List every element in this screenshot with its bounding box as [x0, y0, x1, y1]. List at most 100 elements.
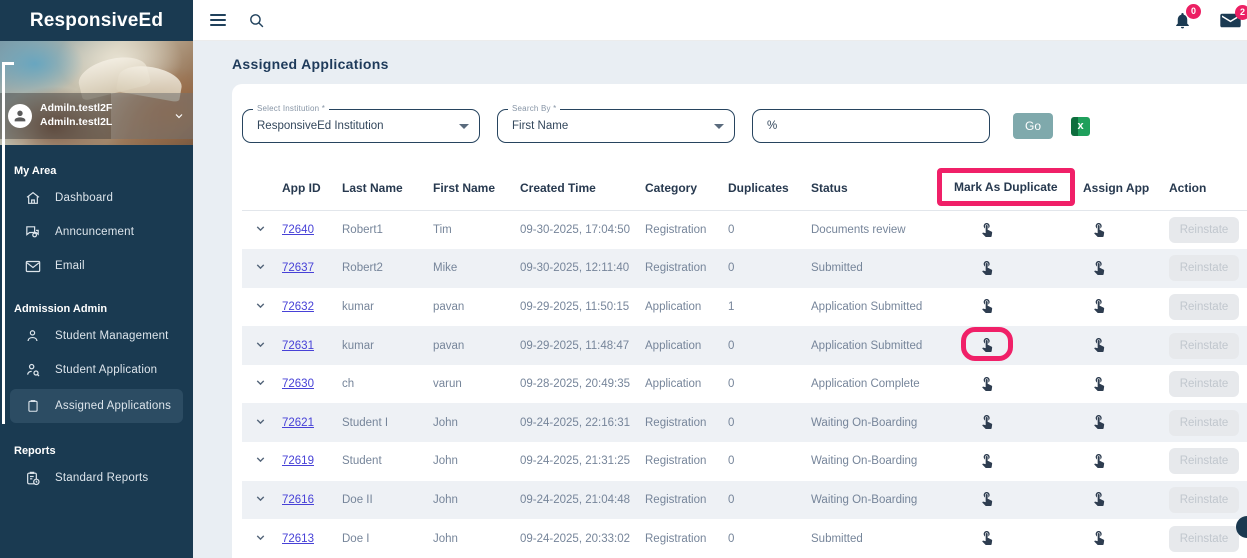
- sidebar-item-student-management[interactable]: Student Management: [0, 319, 193, 353]
- first-name-cell: varun: [433, 378, 462, 391]
- reinstate-button[interactable]: Reinstate: [1169, 255, 1239, 282]
- mark-as-duplicate-button[interactable]: [979, 452, 995, 468]
- last-name-cell: Doe II: [342, 493, 373, 506]
- search-value-text: %: [767, 120, 778, 132]
- app-id-link[interactable]: 72632: [282, 301, 314, 313]
- first-name-cell: John: [433, 416, 458, 429]
- sidebar-item-label: Standard Reports: [55, 472, 149, 484]
- created-time-cell: 09-24-2025, 21:04:48: [520, 493, 630, 506]
- sidebar-item-student-application[interactable]: Student Application: [0, 353, 193, 387]
- mail-button[interactable]: 2: [1220, 4, 1247, 29]
- main-content: Assigned Applications Select Institution…: [193, 41, 1247, 558]
- annotation-highlight-ring: [961, 326, 1013, 361]
- reinstate-button[interactable]: Reinstate: [1169, 448, 1239, 475]
- mark-as-duplicate-button[interactable]: [979, 297, 995, 314]
- expand-row-button[interactable]: [254, 376, 267, 389]
- assign-app-button[interactable]: [1091, 452, 1107, 468]
- sidebar-item-assigned-applications[interactable]: Assigned Applications: [10, 389, 183, 423]
- institution-select[interactable]: Select Institution * ResponsiveEd Instit…: [242, 104, 480, 143]
- mark-as-duplicate-button[interactable]: [979, 529, 995, 546]
- logo-bar: ResponsiveEd: [0, 0, 193, 41]
- reinstate-button[interactable]: Reinstate: [1169, 525, 1239, 552]
- column-header-status: Status: [811, 174, 937, 211]
- sidebar-item-anncuncement[interactable]: Anncuncement: [0, 215, 193, 249]
- chevron-down-icon[interactable]: [173, 110, 185, 122]
- column-header-mark-as-duplicate: Mark As Duplicate: [937, 168, 1083, 211]
- window-edge-artifact: [2, 62, 14, 65]
- sidebar-item-standard-reports[interactable]: Standard Reports: [0, 461, 193, 495]
- reinstate-button[interactable]: Reinstate: [1169, 409, 1239, 436]
- user-first-name: Admiln.testl2F: [40, 102, 113, 115]
- table-row: 72613 Doe I John 09-24-2025, 20:33:02 Regist…: [242, 519, 1247, 558]
- search-by-select[interactable]: Search By * First Name: [497, 104, 735, 143]
- assign-app-button[interactable]: [1091, 221, 1107, 237]
- reinstate-button[interactable]: Reinstate: [1169, 217, 1239, 244]
- duplicates-cell: 0: [728, 455, 735, 468]
- reinstate-button[interactable]: Reinstate: [1169, 332, 1239, 359]
- menu-icon[interactable]: [210, 14, 226, 26]
- assign-app-button[interactable]: [1091, 375, 1107, 391]
- app-id-link[interactable]: 72616: [282, 494, 314, 506]
- app-id-link[interactable]: 72613: [282, 533, 314, 545]
- expand-row-button[interactable]: [254, 222, 267, 235]
- assign-app-button[interactable]: [1091, 413, 1107, 430]
- expand-row-button[interactable]: [254, 531, 267, 544]
- app-id-link[interactable]: 72631: [282, 340, 314, 352]
- app-id-link[interactable]: 72637: [282, 262, 314, 274]
- sidebar: ResponsiveEd Admiln.testl2F Admiln.testl…: [0, 0, 193, 558]
- reinstate-button[interactable]: Reinstate: [1169, 371, 1239, 398]
- assign-app-button[interactable]: [1091, 529, 1107, 546]
- first-name-cell: John: [433, 455, 458, 468]
- duplicates-cell: 1: [728, 300, 735, 313]
- assign-app-button[interactable]: [1091, 297, 1107, 314]
- sidebar-item-email[interactable]: Email: [0, 249, 193, 283]
- expand-row-button[interactable]: [254, 492, 267, 505]
- app-logo: ResponsiveEd: [29, 9, 164, 31]
- assign-app-button[interactable]: [1091, 336, 1107, 353]
- created-time-cell: 09-24-2025, 20:33:02: [520, 532, 630, 545]
- status-cell: Waiting On-Boarding: [811, 493, 918, 506]
- reinstate-button[interactable]: Reinstate: [1169, 293, 1239, 320]
- created-time-cell: 09-29-2025, 11:48:47: [520, 339, 630, 352]
- expand-row-button[interactable]: [254, 453, 267, 466]
- mark-as-duplicate-button[interactable]: [979, 259, 995, 275]
- mark-as-duplicate-button[interactable]: [979, 375, 995, 391]
- go-button[interactable]: Go: [1013, 113, 1053, 139]
- mark-as-duplicate-button[interactable]: [979, 413, 995, 430]
- last-name-cell: Robert1: [342, 224, 383, 237]
- expand-row-button[interactable]: [254, 299, 267, 312]
- app-id-link[interactable]: 72630: [282, 378, 314, 390]
- app-id-link[interactable]: 72619: [282, 455, 314, 467]
- person-search-icon: [24, 362, 41, 379]
- excel-export-icon[interactable]: x: [1071, 116, 1090, 136]
- created-time-cell: 09-29-2025, 11:50:15: [520, 300, 630, 313]
- assign-app-button[interactable]: [1091, 259, 1107, 275]
- reinstate-button[interactable]: Reinstate: [1169, 486, 1239, 513]
- app-id-link[interactable]: 72621: [282, 417, 314, 429]
- expand-row-button[interactable]: [254, 338, 267, 351]
- profile-strip[interactable]: Admiln.testl2F Admiln.testl2L: [0, 93, 193, 139]
- mark-as-duplicate-button[interactable]: [979, 490, 995, 507]
- status-cell: Application Complete: [811, 378, 920, 391]
- search-value-input[interactable]: %: [752, 109, 990, 143]
- expand-row-button[interactable]: [254, 260, 267, 273]
- first-name-cell: Mike: [433, 262, 458, 275]
- notifications-button[interactable]: 0: [1173, 3, 1201, 30]
- assign-app-button[interactable]: [1091, 490, 1107, 507]
- sidebar-item-dashboard[interactable]: Dashboard: [0, 181, 193, 215]
- mark-as-duplicate-button[interactable]: [979, 336, 995, 352]
- status-cell: Submitted: [811, 532, 863, 545]
- expand-row-button[interactable]: [254, 415, 267, 428]
- duplicates-cell: 0: [728, 262, 735, 275]
- sidebar-section-reports: Reports: [14, 445, 56, 457]
- mark-as-duplicate-button[interactable]: [979, 221, 995, 237]
- table-row: 72621 Student I John 09-24-2025, 22:16:31 Re…: [242, 403, 1247, 443]
- created-time-cell: 09-30-2025, 17:04:50: [520, 224, 630, 237]
- sidebar-section-admission-admin: Admission Admin: [14, 303, 108, 315]
- last-name-cell: Student: [342, 455, 382, 468]
- expander-column-header: [242, 174, 282, 211]
- duplicates-cell: 0: [728, 378, 735, 391]
- app-id-link[interactable]: 72640: [282, 224, 314, 236]
- search-icon[interactable]: [248, 12, 265, 29]
- first-name-cell: pavan: [433, 300, 465, 313]
